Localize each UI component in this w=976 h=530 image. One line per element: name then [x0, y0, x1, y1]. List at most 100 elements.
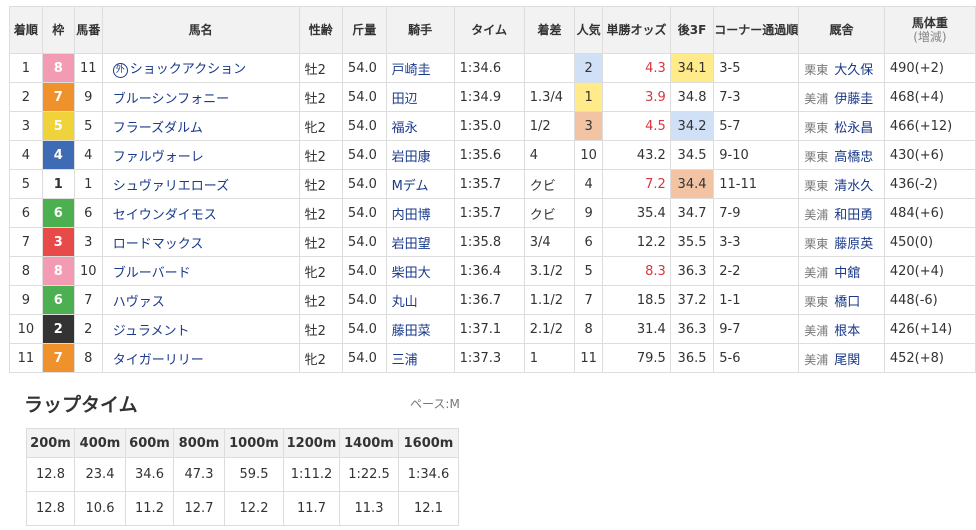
cell-bodyweight: 436(-2)	[883, 169, 976, 199]
cell-bodyweight: 490(+2)	[883, 53, 976, 83]
cell-time: 1:34.6	[453, 53, 525, 83]
cell-last3f: 36.5	[669, 343, 715, 373]
trainer-link[interactable]: 根本	[834, 324, 860, 339]
cell-weight: 54.0	[341, 285, 387, 315]
cell-bodyweight: 452(+8)	[883, 343, 976, 373]
trainer-affiliation: 栗東	[804, 149, 829, 164]
col-sexage: 性齢	[298, 6, 343, 54]
trainer-affiliation: 栗東	[804, 294, 829, 309]
jockey-link[interactable]: 柴田大	[385, 256, 455, 286]
cell-popularity: 4	[574, 169, 604, 199]
horse-name[interactable]: ショックアクション	[130, 62, 246, 77]
trainer-affiliation: 美浦	[804, 265, 829, 280]
cell-odds: 31.4	[602, 314, 671, 344]
horse-name[interactable]: ジュラメント	[113, 324, 190, 339]
cell-bodyweight: 430(+6)	[883, 140, 976, 170]
trainer-link[interactable]: 中舘	[834, 266, 860, 281]
cell-umaban: 9	[73, 82, 103, 112]
horse-name-link[interactable]: ブルーシンフォニー	[101, 82, 300, 112]
horse-name[interactable]: ロードマックス	[113, 237, 204, 252]
trainer-link[interactable]: 和田勇	[834, 208, 873, 223]
jockey-link[interactable]: 戸崎圭	[385, 53, 455, 83]
cell-corner: 3-3	[713, 227, 800, 257]
cell-weight: 54.0	[341, 169, 387, 199]
trainer-affiliation: 美浦	[804, 323, 829, 338]
horse-name-link[interactable]: ロードマックス	[101, 227, 300, 257]
horse-name[interactable]: ファルヴォーレ	[113, 150, 204, 165]
cell-waku: 5	[41, 111, 75, 141]
cell-last3f: 36.3	[669, 314, 715, 344]
table-row: 6 6 6 セイウンダイモス 牡2 54.0 内田博 1:35.7 クビ 9 35.4 34.7 7-9…	[9, 198, 976, 228]
jockey-link[interactable]: 岩田望	[385, 227, 455, 257]
horse-name-link[interactable]: ジュラメント	[101, 314, 300, 344]
trainer-affiliation: 栗東	[804, 236, 829, 251]
cell-weight: 54.0	[341, 343, 387, 373]
jockey-link[interactable]: 岩田康	[385, 140, 455, 170]
cell-odds: 8.3	[602, 256, 671, 286]
cell-sexage: 牡2	[298, 169, 343, 199]
cell-sexage: 牡2	[298, 227, 343, 257]
jockey-link[interactable]: 藤田菜	[385, 314, 455, 344]
trainer-link[interactable]: 藤原英	[834, 237, 873, 252]
cell-odds: 18.5	[602, 285, 671, 315]
jockey-link[interactable]: 田辺	[385, 82, 455, 112]
cell-sexage: 牡2	[298, 285, 343, 315]
horse-name-link[interactable]: タイガーリリー	[101, 343, 300, 373]
horse-name-link[interactable]: フラーズダルム	[101, 111, 300, 141]
cell-last3f: 34.2	[669, 111, 715, 141]
jockey-link[interactable]: 丸山	[385, 285, 455, 315]
horse-name[interactable]: ブルーシンフォニー	[113, 92, 229, 107]
lap-split-cell: 12.7	[173, 491, 225, 526]
col-odds: 単勝オッズ	[602, 6, 671, 54]
cell-umaban: 3	[73, 227, 103, 257]
trainer-link[interactable]: 松永昌	[834, 121, 873, 136]
col-finish: 着順	[9, 6, 43, 54]
trainer-affiliation: 美浦	[804, 352, 829, 367]
trainer-affiliation: 栗東	[804, 62, 829, 77]
lap-distance-header: 800m	[173, 428, 225, 458]
jockey-link[interactable]: 内田博	[385, 198, 455, 228]
trainer-cell: 栗東 高橋忠	[798, 140, 885, 170]
lap-split-cell: 11.3	[339, 491, 399, 526]
jockey-link[interactable]: 三浦	[385, 343, 455, 373]
table-row: 10 2 2 ジュラメント 牡2 54.0 藤田菜 1:37.1 2.1/2 8 31.4 36.3 9…	[9, 314, 976, 344]
cell-margin: 4	[523, 140, 576, 170]
horse-name[interactable]: タイガーリリー	[113, 353, 204, 368]
cell-finish: 9	[9, 285, 43, 315]
cell-time: 1:35.7	[453, 169, 525, 199]
lap-split-cell: 10.6	[74, 491, 126, 526]
lap-distance-header: 1600m	[398, 428, 459, 458]
trainer-link[interactable]: 清水久	[834, 179, 873, 194]
cell-weight: 54.0	[341, 140, 387, 170]
trainer-affiliation: 栗東	[804, 120, 829, 135]
horse-name[interactable]: ブルーバード	[113, 266, 191, 281]
table-row: 9 6 7 ハヴァス 牡2 54.0 丸山 1:36.7 1.1/2 7 18.5 37.2 1-1 栗東…	[9, 285, 976, 315]
jockey-link[interactable]: 福永	[385, 111, 455, 141]
col-bodyweight: 馬体重 (増減)	[883, 6, 976, 54]
horse-name[interactable]: フラーズダルム	[113, 121, 203, 136]
cell-popularity: 3	[574, 111, 604, 141]
lap-cumulative-cell: 47.3	[173, 457, 225, 492]
horse-name-link[interactable]: シュヴァリエローズ	[101, 169, 300, 199]
trainer-link[interactable]: 高橋忠	[834, 150, 873, 165]
horse-name[interactable]: ハヴァス	[113, 295, 165, 310]
trainer-link[interactable]: 橋口	[834, 295, 860, 310]
cell-odds: 3.9	[602, 82, 671, 112]
cell-bodyweight: 466(+12)	[883, 111, 976, 141]
horse-name[interactable]: セイウンダイモス	[113, 208, 217, 223]
horse-name-link[interactable]: ファルヴォーレ	[101, 140, 300, 170]
cell-finish: 1	[9, 53, 43, 83]
cell-last3f: 34.8	[669, 82, 715, 112]
cell-time: 1:36.4	[453, 256, 525, 286]
horse-name-link[interactable]: ブルーバード	[101, 256, 300, 286]
horse-name-link[interactable]: 外ショックアクション	[101, 53, 300, 83]
jockey-link[interactable]: Mデム	[385, 169, 455, 199]
trainer-link[interactable]: 尾関	[834, 353, 860, 368]
trainer-link[interactable]: 伊藤圭	[834, 92, 873, 107]
cell-weight: 54.0	[341, 227, 387, 257]
trainer-link[interactable]: 大久保	[834, 63, 873, 78]
horse-name-link[interactable]: セイウンダイモス	[101, 198, 300, 228]
cell-sexage: 牡2	[298, 314, 343, 344]
horse-name[interactable]: シュヴァリエローズ	[113, 179, 229, 194]
horse-name-link[interactable]: ハヴァス	[101, 285, 300, 315]
